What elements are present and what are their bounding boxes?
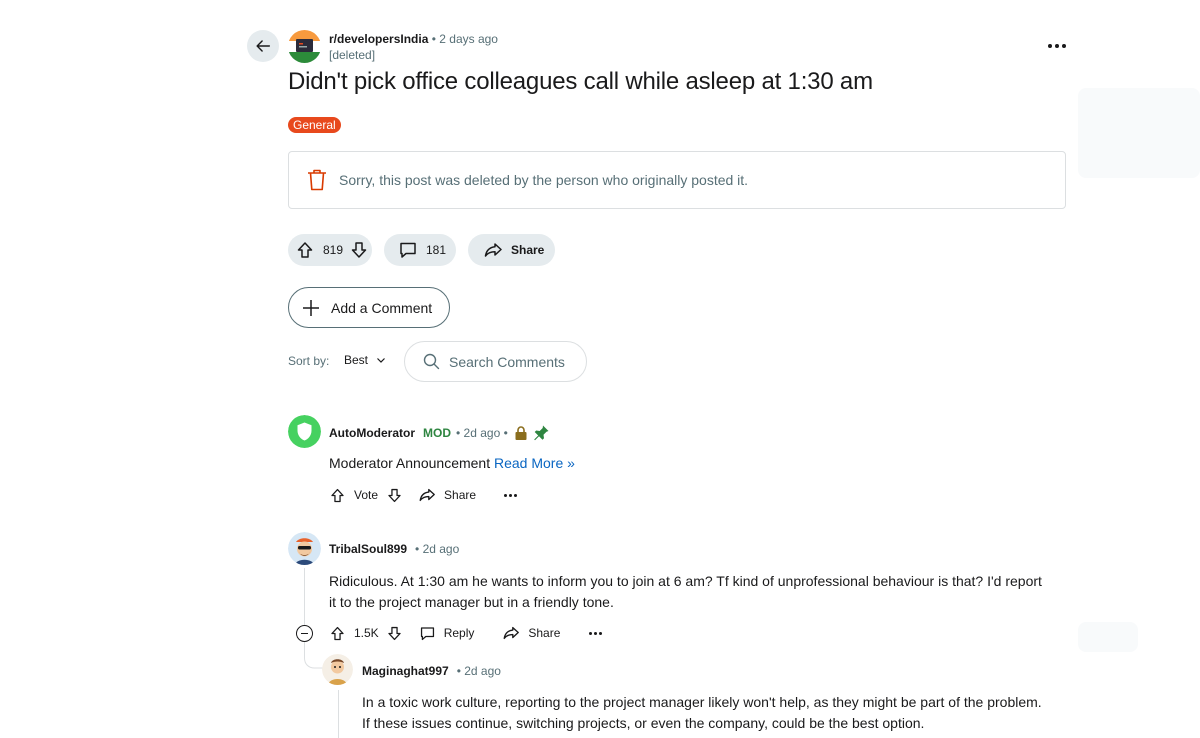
more-dot — [1048, 44, 1052, 48]
meta-separator: • — [431, 32, 436, 46]
add-comment-label: Add a Comment — [331, 299, 433, 316]
upvote-icon[interactable] — [295, 240, 315, 260]
post-author: [deleted] — [329, 48, 376, 62]
upvote-button[interactable] — [329, 487, 346, 504]
share-icon — [484, 243, 502, 257]
share-label: Share — [511, 243, 545, 257]
pin-icon — [533, 425, 549, 441]
search-icon — [423, 353, 440, 370]
share-label: Share — [528, 626, 561, 640]
comment-body: Ridiculous. At 1:30 am he wants to infor… — [329, 573, 1042, 610]
thread-line[interactable] — [304, 568, 305, 625]
comment-more-button[interactable] — [589, 631, 603, 635]
comment-icon — [400, 242, 416, 258]
upvote-icon — [331, 626, 344, 640]
post-title: Didn't pick office colleagues call while… — [288, 68, 873, 95]
comment-time: • 2d ago • — [456, 426, 508, 440]
vote-count: 1.5K — [354, 626, 379, 640]
search-comments-box — [404, 341, 587, 382]
comment-author[interactable]: Maginaghat997 — [362, 664, 449, 678]
downvote-icon[interactable] — [349, 240, 369, 260]
vote-label: Vote — [354, 488, 379, 502]
comment-more-button[interactable] — [504, 493, 518, 497]
lock-icon — [515, 426, 527, 440]
share-icon — [503, 626, 520, 640]
more-dot — [1062, 44, 1066, 48]
subreddit-avatar[interactable] — [288, 30, 321, 63]
more-dot — [599, 631, 603, 635]
comment-header: TribalSoul899 • 2d ago — [329, 542, 459, 556]
sort-value: Best — [344, 353, 369, 367]
more-dot — [589, 631, 593, 635]
arrow-left-icon — [256, 40, 271, 52]
avatar[interactable] — [288, 415, 321, 448]
comment-actions: Vote Share — [329, 486, 518, 504]
minus-icon — [301, 632, 308, 635]
post-share-button[interactable]: Share — [468, 234, 555, 266]
upvote-button[interactable] — [329, 625, 346, 642]
background-ghost — [1078, 88, 1200, 178]
trash-icon — [308, 169, 326, 191]
back-button[interactable] — [247, 30, 279, 62]
comment-actions: 1.5K Reply Share — [329, 624, 603, 642]
post-flair[interactable]: General — [288, 117, 341, 133]
comment-time: • 2d ago — [415, 542, 460, 556]
sort-label: Sort by: — [288, 354, 330, 368]
background-ghost — [1078, 622, 1138, 652]
add-comment-button[interactable]: Add a Comment — [288, 287, 450, 328]
read-more-link[interactable]: Read More » — [494, 455, 575, 471]
avatar[interactable] — [288, 532, 321, 565]
comment-text: Moderator Announcement — [329, 455, 491, 471]
more-dot — [509, 493, 513, 497]
plus-icon — [303, 299, 319, 316]
avatar[interactable] — [322, 654, 353, 685]
comment-time: • 2d ago — [456, 664, 501, 678]
search-comments-input[interactable] — [449, 353, 579, 370]
upvote-icon — [331, 488, 344, 502]
post-meta: r/developersIndia • 2 days ago [deleted] — [329, 32, 498, 63]
comment-header: AutoModerator MOD • 2d ago • — [329, 424, 550, 442]
deleted-message: Sorry, this post was deleted by the pers… — [339, 172, 749, 188]
comment-author[interactable]: TribalSoul899 — [329, 542, 407, 556]
chevron-down-icon — [377, 358, 385, 363]
mod-badge: MOD — [423, 426, 451, 440]
deleted-notice: Sorry, this post was deleted by the pers… — [288, 151, 1066, 209]
more-dot — [594, 631, 598, 635]
reply-label: Reply — [443, 626, 475, 640]
downvote-button[interactable] — [386, 487, 403, 504]
post-vote-count: 819 — [323, 243, 344, 257]
collapse-thread-button[interactable] — [296, 625, 313, 642]
comment-body: In a toxic work culture, reporting to th… — [362, 694, 1042, 731]
more-dot — [504, 493, 508, 497]
downvote-icon — [388, 626, 401, 640]
post-vote-group: 819 — [288, 234, 372, 266]
reply-button[interactable]: Reply — [419, 625, 475, 642]
share-label: Share — [444, 488, 477, 502]
thread-line[interactable] — [338, 690, 339, 738]
downvote-icon — [388, 488, 401, 502]
subreddit-name[interactable]: r/developersIndia — [329, 32, 428, 46]
post-comments-button[interactable]: 181 — [384, 234, 456, 266]
comment-body: Moderator Announcement Read More » — [329, 453, 1069, 474]
sort-dropdown[interactable]: Best — [344, 353, 386, 367]
share-button[interactable]: Share — [418, 486, 476, 504]
share-icon — [419, 488, 435, 502]
downvote-button[interactable] — [386, 625, 403, 642]
comment-icon — [420, 626, 434, 640]
post-more-button[interactable] — [1046, 38, 1068, 54]
share-button[interactable]: Share — [502, 624, 560, 642]
more-dot — [1055, 44, 1059, 48]
comment-author[interactable]: AutoModerator — [329, 426, 415, 440]
comment-header: Maginaghat997 • 2d ago — [362, 664, 501, 678]
post-comment-count: 181 — [426, 243, 447, 257]
more-dot — [514, 493, 518, 497]
post-time: 2 days ago — [439, 32, 498, 46]
